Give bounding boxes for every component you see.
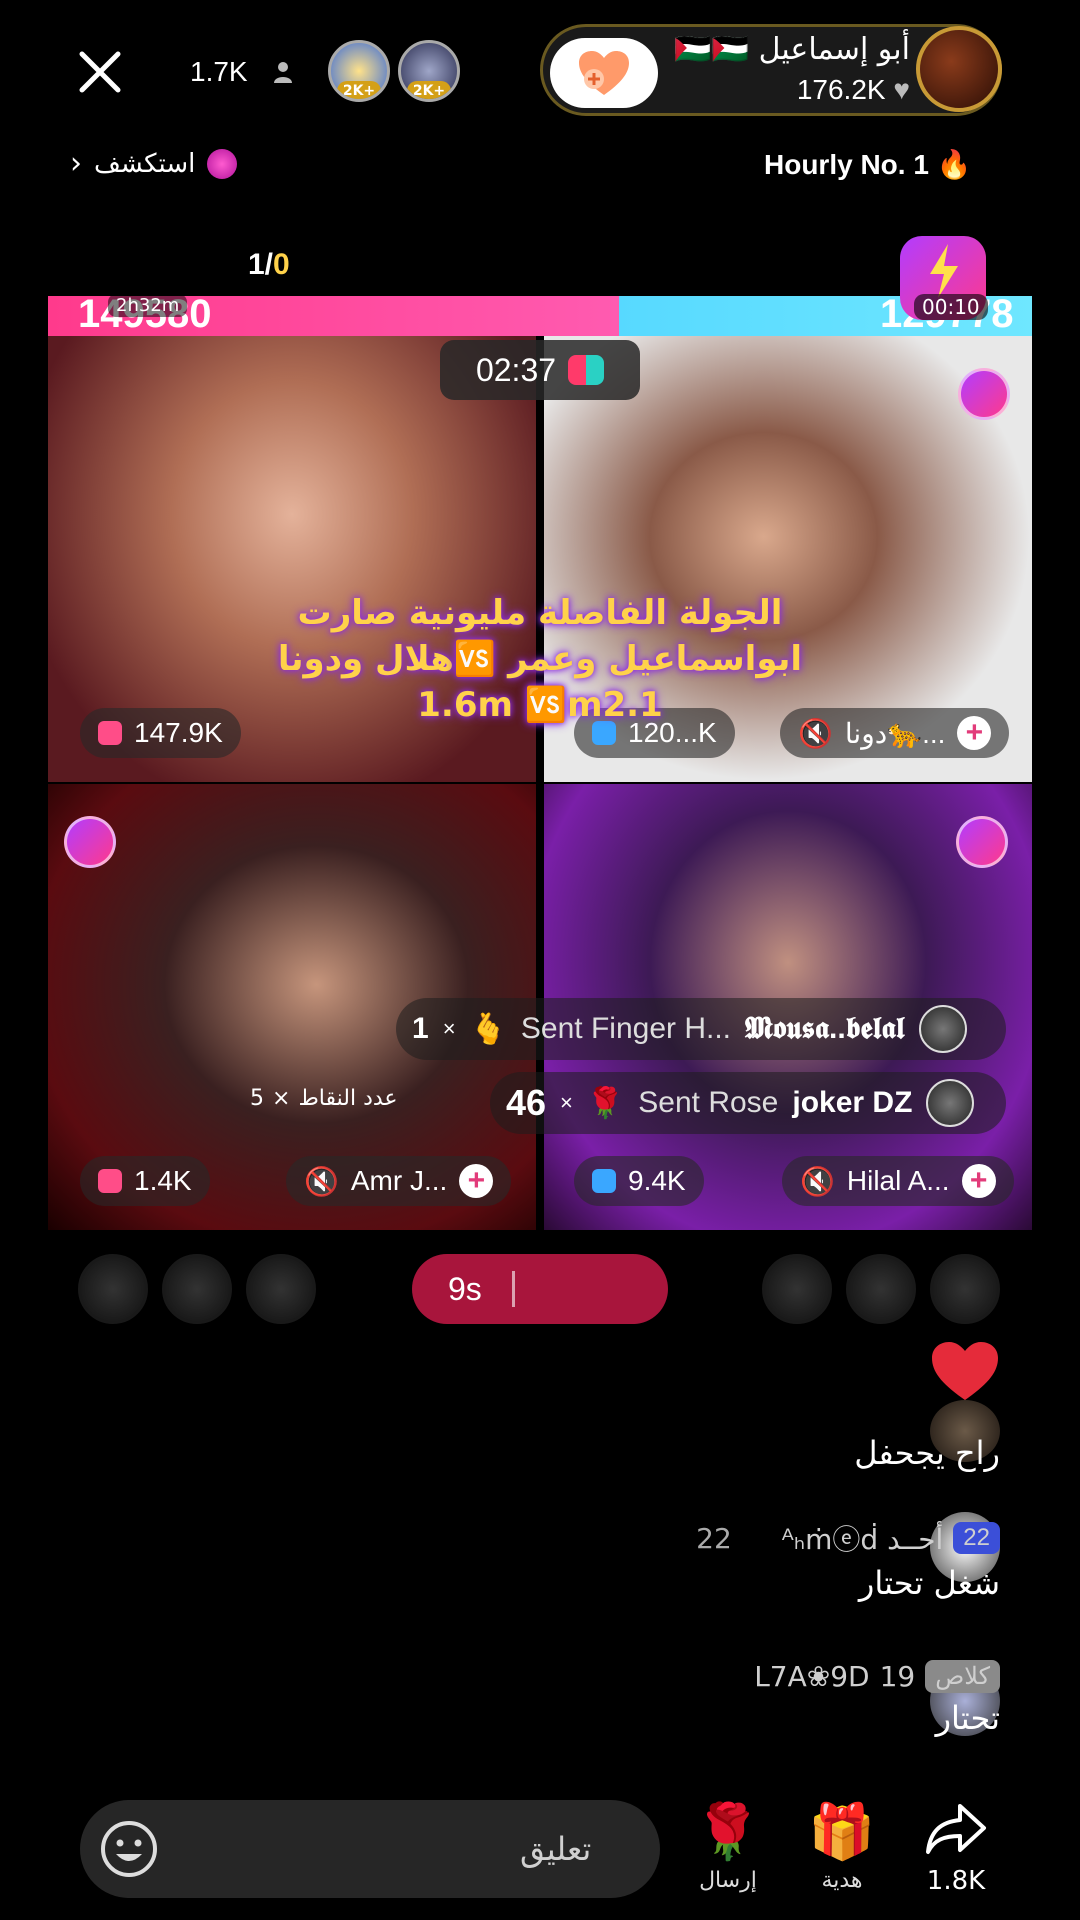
host-avatar[interactable] (916, 26, 1002, 112)
supporter-avatar[interactable] (930, 1254, 1000, 1324)
top-fan-avatar[interactable]: 2K+ (328, 40, 390, 102)
tile-3-name[interactable]: 🔇 Amr J... + (286, 1156, 512, 1206)
supporter-avatar[interactable] (762, 1254, 832, 1324)
send-rose-button[interactable]: 🌹 إرسال (678, 1800, 778, 1893)
tile-4-name[interactable]: 🔇 Hilal A... + (782, 1156, 1014, 1206)
elapsed-time: 2h32m (108, 294, 188, 317)
tile-4-badge-icon (956, 816, 1008, 868)
tile-2-badge-icon (958, 368, 1010, 420)
comment-item: كلاص 19 L7A❀9D تحتار (754, 1660, 1000, 1737)
host-likes: 176.2K ♥ (796, 74, 910, 105)
user-avatar (926, 1079, 975, 1127)
supporter-avatar[interactable] (246, 1254, 316, 1324)
alarm-icon (592, 1169, 616, 1193)
comment-item: 22 أحــد ᴬₕṁⓔḋ 22 شغل تحتار (696, 1521, 1000, 1602)
close-icon[interactable] (70, 42, 130, 102)
rose-icon: 🌹 (586, 1086, 625, 1120)
user-avatar (918, 1005, 967, 1053)
comment-item: راح يجحفل (854, 1434, 1000, 1472)
alarm-icon (98, 721, 122, 745)
finger-heart-icon: 🫰 (469, 1012, 507, 1046)
person-icon (272, 60, 294, 84)
follow-plus-icon[interactable]: + (459, 1164, 494, 1198)
alarm-icon (98, 1169, 122, 1193)
explore-button[interactable]: استكشف ‹ (70, 146, 238, 181)
share-button[interactable]: 1.8K (906, 1800, 1006, 1896)
mute-icon: 🔇 (304, 1165, 339, 1197)
follow-button[interactable] (550, 38, 658, 108)
share-arrow-icon (926, 1804, 986, 1854)
top-fan-avatar[interactable]: 2K+ (398, 40, 460, 102)
fan-badge: 2K+ (407, 81, 451, 99)
hourly-rank[interactable]: Hourly No. 1 🔥 (764, 148, 972, 181)
battle-countdown: 9s (412, 1254, 668, 1324)
points-tag: عدد النقاط × 5 (250, 1086, 398, 1111)
gift-icon: 🎁 (808, 1800, 876, 1863)
flame-icon: 🔥 (936, 149, 972, 180)
round-count: 1/0 (248, 248, 290, 281)
supporter-avatar[interactable] (846, 1254, 916, 1324)
level-badge: 22 (953, 1522, 1000, 1554)
rose-icon: 🌹 (694, 1800, 762, 1863)
host-name: أبو إسماعيل 🇵🇸🇵🇸 (674, 32, 910, 67)
event-timer: 00:10 (914, 294, 988, 320)
mute-icon: 🔇 (800, 1165, 835, 1197)
tile-3-badge-icon (64, 816, 116, 868)
gift-notification: 1 × 🫰 Sent Finger H... 𝕸𝖔𝖚𝖘𝖆..𝖇𝖊𝖑𝖆𝖑 (396, 998, 1006, 1060)
level-badge: كلاص (925, 1660, 1000, 1693)
gift-notification: 46 × 🌹 Sent Rose joker DZ (490, 1072, 1006, 1134)
supporter-avatar[interactable] (78, 1254, 148, 1324)
tile-4-points[interactable]: 9.4K (574, 1156, 704, 1206)
heart-plus-icon (579, 51, 629, 95)
emoji-icon[interactable] (98, 1818, 160, 1880)
explore-dot-icon (207, 148, 238, 179)
chevron-left-icon: ‹ (70, 146, 82, 181)
heart-icon (930, 1340, 1000, 1402)
round-timer: 02:37 (440, 340, 640, 400)
comment-placeholder: تعليق (520, 1830, 592, 1868)
fan-badge: 2K+ (337, 81, 381, 99)
explore-label: استكشف (94, 148, 196, 179)
tile-3-points[interactable]: 1.4K (80, 1156, 210, 1206)
gift-button[interactable]: 🎁 هدية (792, 1800, 892, 1893)
supporter-avatar[interactable] (162, 1254, 232, 1324)
battle-overlay-text: الجولة الفاصلة مليونية صارت ابواسماعيل و… (277, 593, 803, 725)
follow-plus-icon[interactable]: + (961, 1164, 996, 1198)
viewer-count[interactable]: 1.7K (190, 56, 248, 88)
follow-plus-icon[interactable]: + (957, 716, 992, 750)
tile-1-points[interactable]: 147.9K (80, 708, 241, 758)
gloves-icon (568, 355, 605, 385)
